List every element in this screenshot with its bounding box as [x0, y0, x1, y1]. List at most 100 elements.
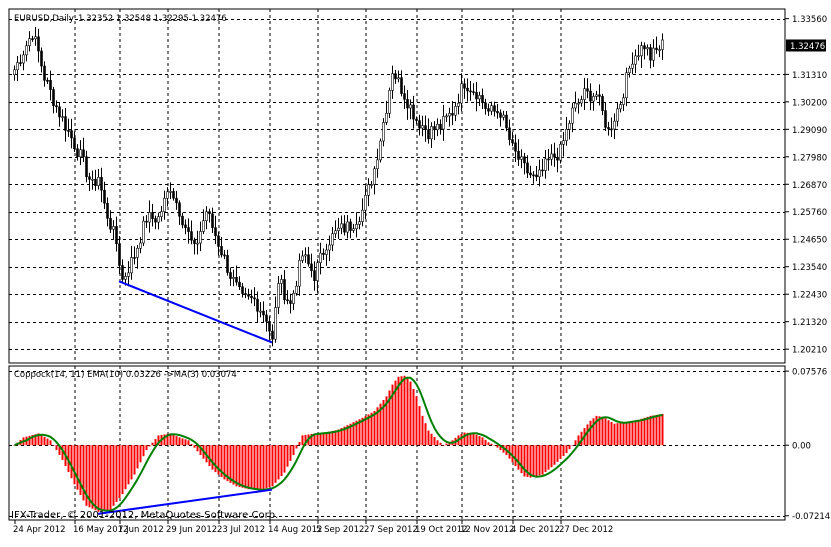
candle-body [394, 73, 397, 80]
candle-body [34, 36, 37, 40]
time-tick-label: 29 Jun 2012 [166, 525, 217, 535]
candle-body [436, 123, 439, 131]
candle-body [91, 178, 94, 181]
last-price-label: 1.32476 [790, 42, 825, 52]
candle-body [523, 156, 526, 164]
candle-body [187, 227, 190, 232]
histogram-bar [514, 445, 517, 466]
histogram-bar [538, 445, 541, 476]
candle-body [490, 105, 493, 112]
histogram-bar [283, 445, 286, 473]
candle-body [304, 254, 307, 257]
candle-body [178, 202, 181, 217]
candle-body [196, 242, 199, 245]
candle-body [169, 191, 172, 193]
histogram-bar [265, 445, 268, 489]
histogram-bar [442, 445, 445, 446]
histogram-bar [109, 445, 112, 510]
candle-body [568, 122, 571, 130]
candle-body [136, 247, 139, 258]
histogram-bar [319, 432, 322, 446]
histogram-bar [73, 445, 76, 485]
histogram-bar [634, 420, 637, 446]
candle-body [298, 260, 301, 287]
candle-body [487, 108, 490, 112]
histogram-bar [637, 419, 640, 446]
candle-body [493, 105, 496, 112]
candle-body [310, 263, 313, 271]
histogram-bar [547, 445, 550, 470]
histogram-bar [586, 424, 589, 446]
histogram-bar [400, 376, 403, 446]
histogram-bar [559, 445, 562, 459]
candle-body [475, 92, 478, 100]
histogram-bar [430, 433, 433, 446]
histogram-bar [241, 445, 244, 488]
candle-body [466, 87, 469, 92]
candle-body [79, 149, 82, 158]
candle-body [463, 83, 466, 89]
histogram-bar [142, 445, 145, 457]
histogram-bar [421, 415, 424, 446]
candle-body [55, 105, 58, 108]
candle-body [133, 257, 136, 259]
candle-body [631, 63, 634, 69]
candle-body [235, 277, 238, 283]
candle-body [340, 223, 343, 229]
candle-body [43, 65, 46, 81]
histogram-bar [436, 440, 439, 446]
candle-body [307, 254, 310, 265]
candle-body [37, 36, 40, 52]
candle-body [571, 107, 574, 124]
candle-body [343, 223, 346, 233]
histogram-bar [52, 445, 55, 446]
candle-body [361, 209, 364, 222]
candle-body [175, 197, 178, 204]
candle-body [385, 112, 388, 123]
candle-body [619, 104, 622, 110]
indicator-tick-label: 0.07576 [792, 368, 827, 378]
histogram-bar [268, 445, 271, 488]
histogram-bar [529, 445, 532, 478]
histogram-bar [103, 445, 106, 511]
candle-body [442, 116, 445, 130]
histogram-bar [271, 445, 274, 487]
candle-body [100, 176, 103, 191]
histogram-bar [130, 445, 133, 480]
candle-body [355, 224, 358, 230]
candle-body [259, 310, 262, 313]
candle-body [376, 159, 379, 170]
candle-body [322, 252, 325, 255]
candle-body [415, 118, 418, 121]
histogram-bar [151, 442, 154, 446]
histogram-bar [211, 445, 214, 470]
histogram-bar [298, 441, 301, 446]
candle-body [325, 249, 328, 255]
candle-body [142, 220, 145, 244]
price-tick-label: 1.26870 [792, 181, 827, 191]
candle-body [646, 47, 649, 50]
candle-body [301, 255, 304, 261]
histogram-bar [97, 445, 100, 512]
histogram-bar [175, 436, 178, 446]
candle-body [562, 140, 565, 145]
candle-body [652, 47, 655, 61]
histogram-bar [517, 445, 520, 470]
candle-body [529, 172, 532, 176]
candle-body [535, 174, 538, 178]
candle-body [628, 67, 631, 74]
time-tick-label: 5 Sep 2012 [316, 525, 364, 535]
histogram-bar [622, 422, 625, 446]
candle-body [505, 114, 508, 129]
time-tick-label: 12 Nov 2012 [460, 525, 514, 535]
histogram-bar [136, 445, 139, 469]
candle-body [250, 295, 253, 299]
candle-body [556, 156, 559, 161]
candle-body [496, 111, 499, 114]
candle-body [454, 106, 457, 116]
indicator-label: Coppock(14, 11) EMA(10) 0.03226 ->MA(3) … [14, 370, 237, 380]
histogram-bar [190, 443, 193, 446]
histogram-bar [475, 434, 478, 446]
candle-body [109, 218, 112, 230]
candle-body [274, 307, 277, 340]
